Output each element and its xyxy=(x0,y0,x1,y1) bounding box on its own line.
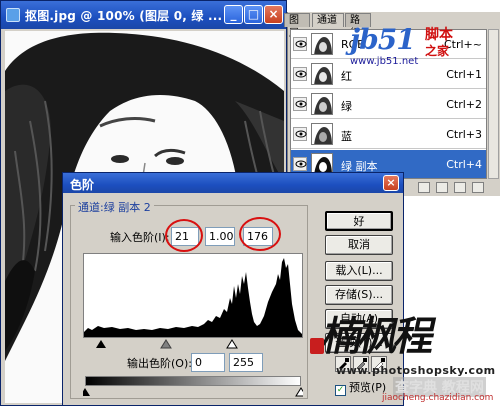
output-slider-triangles xyxy=(80,387,307,397)
channel-select[interactable]: 通道:绿 副本 2 xyxy=(75,199,154,215)
red-seal-stamp xyxy=(310,338,324,354)
channel-thumbnail xyxy=(311,123,333,145)
channel-shortcut: Ctrl+2 xyxy=(446,98,482,111)
eye-icon[interactable] xyxy=(293,127,307,141)
minimize-button[interactable]: _ xyxy=(224,5,243,24)
channel-name: 绿 xyxy=(341,100,352,113)
output-levels-slider[interactable] xyxy=(80,387,307,397)
tab-layers[interactable]: 图层 xyxy=(284,13,310,39)
channel-name: 红 xyxy=(341,70,352,83)
jb51-cn-bottom: 之家 xyxy=(425,44,450,58)
close-button[interactable]: × xyxy=(264,5,283,24)
close-button[interactable]: × xyxy=(383,175,399,191)
preview-label: 预览(P) xyxy=(349,381,387,394)
output-white-field[interactable]: 255 xyxy=(229,353,263,372)
cancel-button[interactable]: 取消 xyxy=(325,235,393,255)
levels-titlebar[interactable]: 色阶 × xyxy=(63,173,403,193)
trash-icon[interactable] xyxy=(472,182,484,193)
channel-shortcut: Ctrl+3 xyxy=(446,128,482,141)
document-title: 抠图.jpg @ 100% (图层 0, 绿 ... xyxy=(25,9,223,23)
input-gamma-field[interactable]: 1.00 xyxy=(205,227,235,246)
load-selection-icon[interactable] xyxy=(418,182,430,193)
histogram-graph xyxy=(84,258,302,337)
photoshop-doc-icon xyxy=(6,8,20,22)
calligraphy-watermark: 楠枫程 xyxy=(310,302,480,360)
highlight-circle-white xyxy=(239,217,281,251)
ok-button[interactable]: 好 xyxy=(325,211,393,231)
black-point-handle xyxy=(96,340,106,348)
jb51-url: www.jb51.net xyxy=(350,56,419,67)
checkbox-check-icon[interactable]: ✓ xyxy=(335,385,346,396)
output-gradient-bar xyxy=(85,376,301,386)
save-selection-icon[interactable] xyxy=(436,182,448,193)
output-black-field[interactable]: 0 xyxy=(191,353,225,372)
jb51-watermark: jb51 脚本 之家 www.jb51.net xyxy=(350,20,500,68)
channel-shortcut: Ctrl+4 xyxy=(446,158,482,171)
channel-thumbnail xyxy=(311,93,333,115)
input-levels-label: 输入色阶(I): xyxy=(110,231,170,244)
chazidian-url: jiaocheng.chazidian.com xyxy=(382,393,494,403)
eye-icon[interactable] xyxy=(293,37,307,51)
eye-icon[interactable] xyxy=(293,97,307,111)
maximize-button[interactable]: □ xyxy=(244,5,263,24)
input-levels-slider[interactable] xyxy=(83,339,303,349)
channel-row-green[interactable]: 绿 Ctrl+2 xyxy=(291,90,486,119)
channel-thumbnail xyxy=(311,63,333,85)
tab-channels[interactable]: 通道 xyxy=(312,13,344,27)
gamma-handle xyxy=(160,339,172,349)
jb51-logo: jb51 xyxy=(350,23,416,56)
load-button[interactable]: 载入(L)... xyxy=(325,261,393,281)
histogram xyxy=(83,253,303,338)
highlight-circle-black xyxy=(165,219,203,252)
new-channel-icon[interactable] xyxy=(454,182,466,193)
channel-shortcut: Ctrl+1 xyxy=(446,68,482,81)
calligraphy-signature: 楠枫程 xyxy=(318,313,437,360)
jb51-cn-top: 脚本 xyxy=(425,27,453,43)
eye-icon[interactable] xyxy=(293,157,307,171)
channel-name: 蓝 xyxy=(341,130,352,143)
channel-row-blue[interactable]: 蓝 Ctrl+3 xyxy=(291,120,486,149)
channel-thumbnail xyxy=(311,33,333,55)
output-levels-label: 输出色阶(O): xyxy=(127,357,192,370)
preview-checkbox[interactable]: ✓ 预览(P) xyxy=(335,379,386,396)
output-black-handle xyxy=(80,388,90,396)
input-slider-triangles xyxy=(96,339,238,349)
photoshopsky-url: www.photoshopsky.com xyxy=(336,364,496,377)
document-titlebar[interactable]: 抠图.jpg @ 100% (图层 0, 绿 ... _ □ × xyxy=(1,1,286,29)
output-white-handle xyxy=(295,387,307,397)
eye-icon[interactable] xyxy=(293,67,307,81)
levels-title: 色阶 xyxy=(70,178,95,192)
white-point-handle xyxy=(226,339,238,349)
